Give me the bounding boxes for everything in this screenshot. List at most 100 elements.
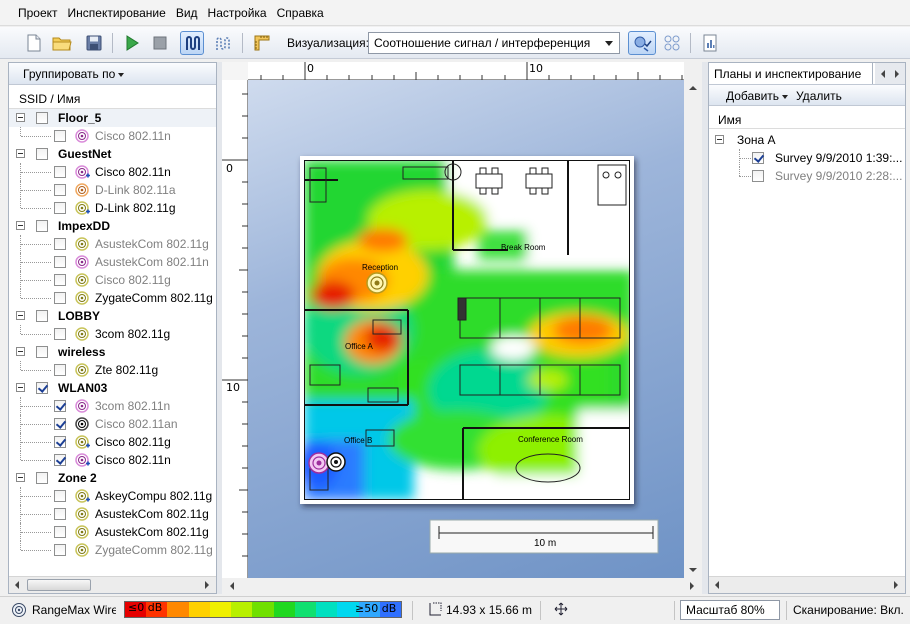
group-checkbox[interactable] <box>36 220 48 232</box>
access-point-marker-office-b-purple[interactable] <box>308 452 330 474</box>
access-point-checkbox[interactable] <box>54 274 66 286</box>
new-file-icon[interactable] <box>22 31 46 55</box>
access-point-checkbox[interactable] <box>54 436 66 448</box>
collapse-icon[interactable] <box>16 347 25 356</box>
scroll-left-icon[interactable] <box>224 578 240 594</box>
access-point-row[interactable]: Cisco 802.11n <box>9 127 216 145</box>
show-access-points-icon[interactable] <box>660 31 684 55</box>
access-point-row[interactable]: ZygateComm 802.11g <box>9 289 216 307</box>
menu-settings[interactable]: Настройка <box>208 6 267 20</box>
canvas-vertical-scrollbar[interactable] <box>684 80 702 578</box>
zoom-level[interactable]: Масштаб 80% <box>680 600 780 620</box>
access-point-row[interactable]: D-Link 802.11g <box>9 199 216 217</box>
right-horizontal-scrollbar[interactable] <box>709 576 905 593</box>
network-group-row[interactable]: Floor_5 <box>9 109 216 127</box>
group-checkbox[interactable] <box>36 112 48 124</box>
scroll-right-icon[interactable] <box>199 577 215 593</box>
ruler-tool-icon[interactable] <box>250 31 274 55</box>
access-point-row[interactable]: Cisco 802.11g <box>9 271 216 289</box>
menu-project[interactable]: Проект <box>18 6 58 20</box>
delete-button[interactable]: Удалить <box>796 89 842 103</box>
access-point-row[interactable]: ZygateComm 802.11g <box>9 541 216 559</box>
access-point-checkbox[interactable] <box>54 400 66 412</box>
access-point-row[interactable]: AsustekCom 802.11g <box>9 505 216 523</box>
access-point-row[interactable]: AsustekCom 802.11g <box>9 235 216 253</box>
collapse-icon[interactable] <box>16 383 25 392</box>
add-button[interactable]: Добавить <box>726 89 789 103</box>
network-group-row[interactable]: wireless <box>9 343 216 361</box>
access-point-row[interactable]: AsustekCom 802.11n <box>9 253 216 271</box>
network-group-row[interactable]: ImpexDD <box>9 217 216 235</box>
network-group-row[interactable]: GuestNet <box>9 145 216 163</box>
group-by-button[interactable]: Группировать по <box>9 63 216 85</box>
access-point-checkbox[interactable] <box>54 256 66 268</box>
play-icon[interactable] <box>120 31 144 55</box>
save-icon[interactable] <box>82 31 106 55</box>
access-point-checkbox[interactable] <box>54 544 66 556</box>
scroll-left-icon[interactable] <box>9 577 25 593</box>
group-checkbox[interactable] <box>36 310 48 322</box>
access-point-row[interactable]: Zte 802.11g <box>9 361 216 379</box>
access-point-row[interactable]: D-Link 802.11a <box>9 181 216 199</box>
passive-survey-icon[interactable] <box>180 31 204 55</box>
scroll-right-icon[interactable] <box>888 577 904 593</box>
group-checkbox[interactable] <box>36 382 48 394</box>
canvas-horizontal-scrollbar[interactable] <box>222 578 702 594</box>
scroll-thumb[interactable] <box>27 579 91 591</box>
collapse-icon[interactable] <box>16 149 25 158</box>
access-point-checkbox[interactable] <box>54 328 66 340</box>
access-point-checkbox[interactable] <box>54 292 66 304</box>
collapse-icon[interactable] <box>16 311 25 320</box>
floor-plan-canvas[interactable]: Reception Office A Office B Break Room C… <box>248 80 684 578</box>
access-point-row[interactable]: Cisco 802.11g <box>9 433 216 451</box>
name-column-header[interactable]: Имя <box>709 111 905 129</box>
stop-icon[interactable] <box>148 31 172 55</box>
network-group-row[interactable]: Zone 2 <box>9 469 216 487</box>
access-point-row[interactable]: 3com 802.11g <box>9 325 216 343</box>
survey-row[interactable]: Survey 9/9/2010 1:39:... <box>709 149 905 167</box>
tab-plans-surveys[interactable]: Планы и инспектирование <box>709 63 873 84</box>
menu-survey[interactable]: Инспектирование <box>68 6 166 20</box>
access-point-checkbox[interactable] <box>54 202 66 214</box>
scroll-down-icon[interactable] <box>685 562 701 578</box>
zone-row[interactable]: Зона А <box>709 131 905 149</box>
access-point-checkbox[interactable] <box>54 490 66 502</box>
access-point-checkbox[interactable] <box>54 238 66 250</box>
network-group-row[interactable]: LOBBY <box>9 307 216 325</box>
scroll-right-icon[interactable] <box>684 578 700 594</box>
menu-view[interactable]: Вид <box>176 6 198 20</box>
access-point-marker-reception[interactable] <box>366 272 388 294</box>
tab-next-icon[interactable] <box>889 66 905 82</box>
access-point-row[interactable]: AsustekCom 802.11g <box>9 523 216 541</box>
collapse-icon[interactable] <box>715 135 724 144</box>
collapse-icon[interactable] <box>16 221 25 230</box>
access-point-marker-office-b-black[interactable] <box>326 452 346 472</box>
group-checkbox[interactable] <box>36 148 48 160</box>
report-icon[interactable] <box>698 31 722 55</box>
access-point-checkbox[interactable] <box>54 364 66 376</box>
access-point-checkbox[interactable] <box>54 526 66 538</box>
scroll-up-icon[interactable] <box>685 80 701 96</box>
access-point-checkbox[interactable] <box>54 184 66 196</box>
access-point-row[interactable]: 3com 802.11n <box>9 397 216 415</box>
scroll-left-icon[interactable] <box>709 577 725 593</box>
access-point-row[interactable]: Cisco 802.11an <box>9 415 216 433</box>
access-point-checkbox[interactable] <box>54 508 66 520</box>
group-checkbox[interactable] <box>36 346 48 358</box>
left-horizontal-scrollbar[interactable] <box>9 576 216 593</box>
group-checkbox[interactable] <box>36 472 48 484</box>
survey-row[interactable]: Survey 9/9/2010 2:28:... <box>709 167 905 185</box>
show-signal-icon[interactable] <box>628 31 656 55</box>
survey-checkbox[interactable] <box>752 152 764 164</box>
access-point-row[interactable]: AskeyCompu 802.11g <box>9 487 216 505</box>
access-point-checkbox[interactable] <box>54 454 66 466</box>
access-point-row[interactable]: Cisco 802.11n <box>9 163 216 181</box>
visualization-select[interactable]: Соотношение сигнал / интерференция <box>368 32 620 54</box>
access-point-checkbox[interactable] <box>54 418 66 430</box>
network-group-row[interactable]: WLAN03 <box>9 379 216 397</box>
ssid-column-header[interactable]: SSID / Имя <box>9 89 216 109</box>
access-point-row[interactable]: Cisco 802.11n <box>9 451 216 469</box>
menu-help[interactable]: Справка <box>277 6 324 20</box>
access-point-checkbox[interactable] <box>54 166 66 178</box>
survey-checkbox[interactable] <box>752 170 764 182</box>
